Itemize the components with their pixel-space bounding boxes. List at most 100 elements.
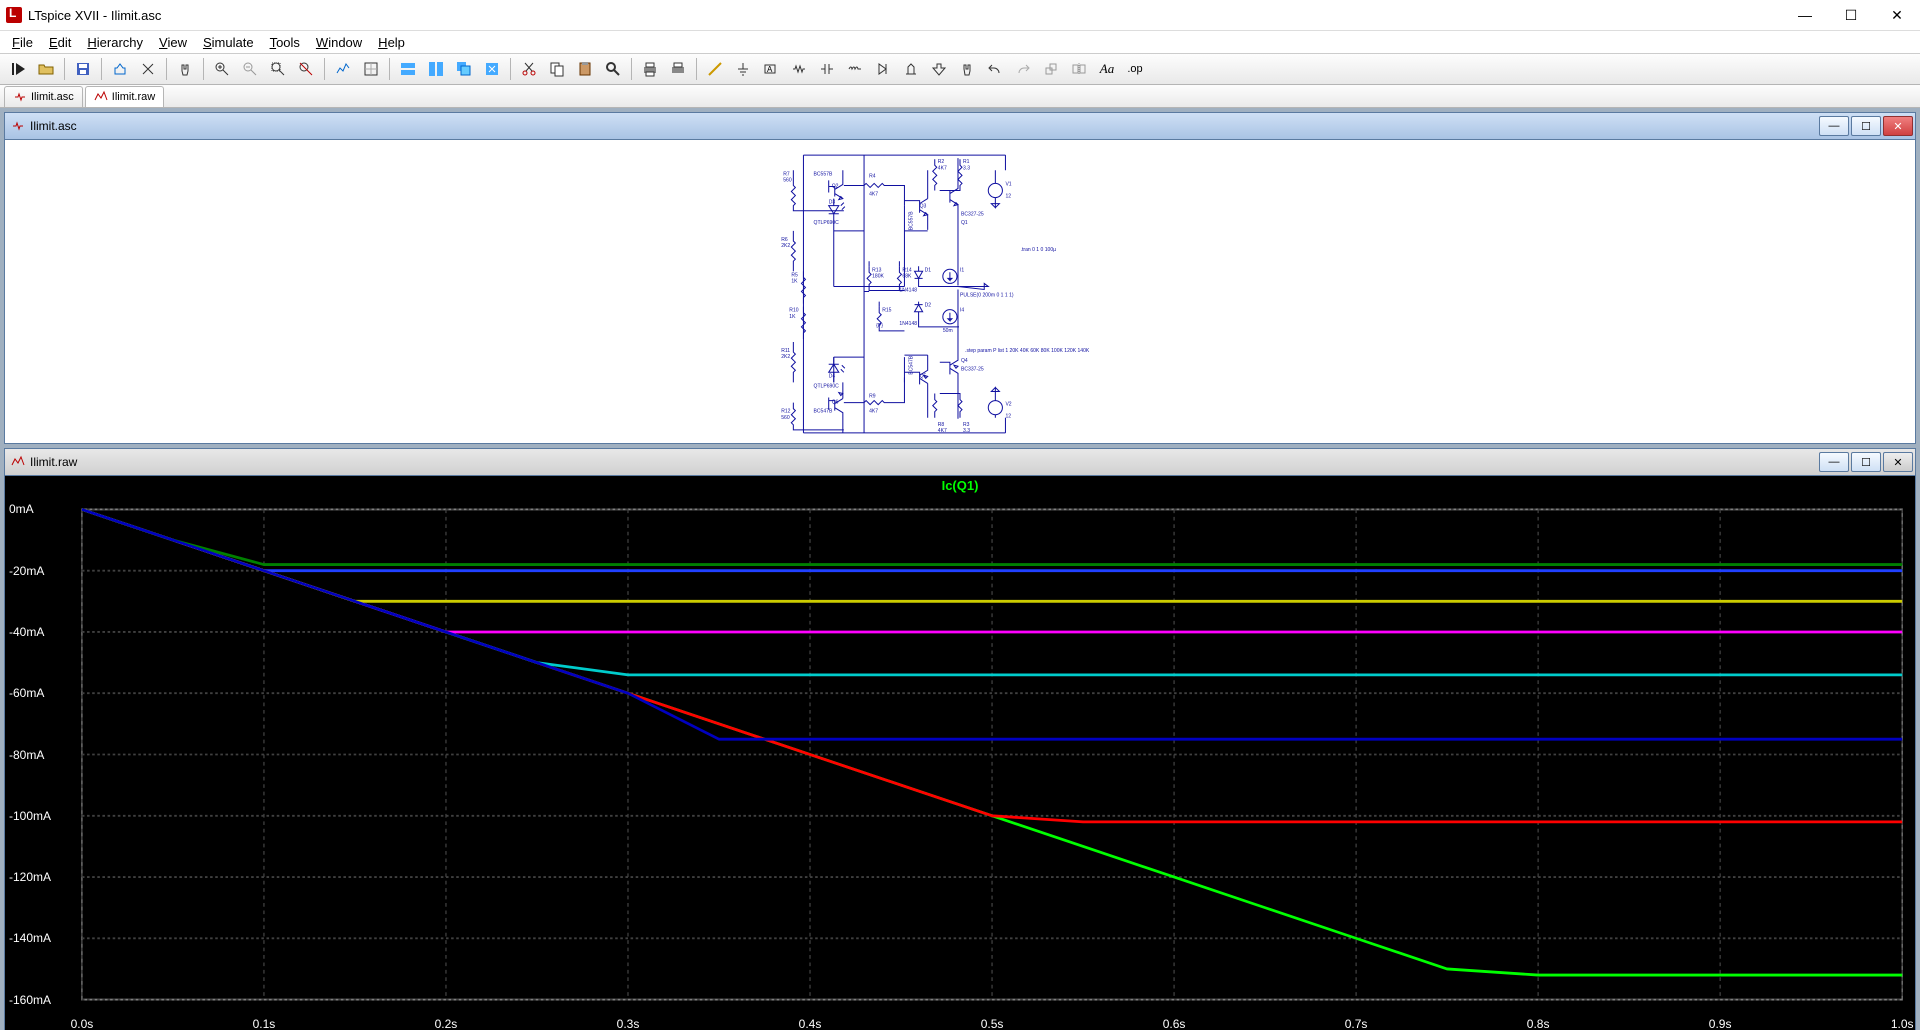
schematic-canvas[interactable]: R7 560 BC557B Q2 D3 QTLP690C R4 4K7 Q3 B… <box>5 140 1915 443</box>
print-button[interactable] <box>637 56 663 82</box>
mdi-minimize-button[interactable]: — <box>1819 452 1849 472</box>
minimize-button[interactable]: — <box>1782 0 1828 30</box>
svg-text:Q6: Q6 <box>832 400 839 406</box>
x-tick-label[interactable]: 0.5s <box>981 1017 1004 1030</box>
y-tick-label[interactable]: -40mA <box>9 625 44 639</box>
y-tick-label[interactable]: 0mA <box>9 502 34 516</box>
menu-tools[interactable]: Tools <box>262 33 308 52</box>
zoom-fit-button[interactable] <box>265 56 291 82</box>
x-tick-label[interactable]: 0.4s <box>799 1017 822 1030</box>
zoom-in-button[interactable] <box>209 56 235 82</box>
svg-text:D2: D2 <box>925 303 932 309</box>
svg-text:V1: V1 <box>1005 181 1011 187</box>
x-tick-label[interactable]: 1.0s <box>1891 1017 1914 1030</box>
plot-svg <box>5 476 1915 1030</box>
plot-titlebar[interactable]: Ilimit.raw — ☐ ✕ <box>5 449 1915 476</box>
redo-button[interactable] <box>1010 56 1036 82</box>
autorange-button[interactable] <box>330 56 356 82</box>
open-button[interactable] <box>33 56 59 82</box>
menu-hierarchy[interactable]: Hierarchy <box>79 33 151 52</box>
menu-help[interactable]: Help <box>370 33 413 52</box>
mdi-minimize-button[interactable]: — <box>1819 116 1849 136</box>
tile-v-button[interactable] <box>423 56 449 82</box>
svg-text:560: 560 <box>783 177 792 183</box>
rotate-button[interactable] <box>1038 56 1064 82</box>
mdi-title: Ilimit.raw <box>30 455 77 469</box>
mdi-close-button[interactable]: ✕ <box>1883 452 1913 472</box>
menu-simulate[interactable]: Simulate <box>195 33 262 52</box>
x-tick-label[interactable]: 0.1s <box>253 1017 276 1030</box>
svg-text:I4: I4 <box>960 308 964 314</box>
tab-label: Ilimit.asc <box>31 91 74 103</box>
svg-text:Q5: Q5 <box>920 373 927 379</box>
cut-tool-button[interactable] <box>135 56 161 82</box>
ground-button[interactable] <box>730 56 756 82</box>
save-button[interactable] <box>70 56 96 82</box>
undo-button[interactable] <box>982 56 1008 82</box>
move-button[interactable] <box>926 56 952 82</box>
svg-text:I1: I1 <box>960 267 964 273</box>
resistor-button[interactable] <box>786 56 812 82</box>
mdi-close-button[interactable]: ✕ <box>1883 116 1913 136</box>
y-tick-label[interactable]: -60mA <box>9 686 44 700</box>
x-tick-label[interactable]: 0.2s <box>435 1017 458 1030</box>
menu-edit[interactable]: Edit <box>41 33 79 52</box>
svg-text:BC337-25: BC337-25 <box>961 366 984 372</box>
titlebar: LTspice XVII - Ilimit.asc — ☐ ✕ <box>0 0 1920 31</box>
y-tick-label[interactable]: -20mA <box>9 564 44 578</box>
control-panel-button[interactable] <box>107 56 133 82</box>
plot-canvas[interactable]: Ic(Q1) 0mA-20mA-40mA-60mA-80mA-100mA-120… <box>5 476 1915 1030</box>
drag-button[interactable] <box>954 56 980 82</box>
tabbar: Ilimit.asc Ilimit.raw <box>0 85 1920 108</box>
close-button[interactable]: ✕ <box>1874 0 1920 30</box>
draw-wire-button[interactable] <box>702 56 728 82</box>
paste-button[interactable] <box>572 56 598 82</box>
zoom-out-button[interactable] <box>237 56 263 82</box>
cut-button[interactable] <box>516 56 542 82</box>
svg-text:D3: D3 <box>829 200 836 206</box>
menu-window[interactable]: Window <box>308 33 370 52</box>
svg-text:D4: D4 <box>829 373 836 379</box>
menu-view[interactable]: View <box>151 33 195 52</box>
x-tick-label[interactable]: 0.7s <box>1345 1017 1368 1030</box>
tab-schematic[interactable]: Ilimit.asc <box>4 86 83 107</box>
y-tick-label[interactable]: -160mA <box>9 993 51 1007</box>
diode-button[interactable] <box>870 56 896 82</box>
schematic-icon <box>13 90 27 104</box>
label-net-button[interactable]: A <box>758 56 784 82</box>
y-tick-label[interactable]: -140mA <box>9 931 51 945</box>
y-tick-label[interactable]: -120mA <box>9 870 51 884</box>
tab-waveform[interactable]: Ilimit.raw <box>85 86 164 107</box>
mirror-button[interactable] <box>1066 56 1092 82</box>
cascade-button[interactable] <box>451 56 477 82</box>
y-tick-label[interactable]: -80mA <box>9 748 44 762</box>
component-button[interactable] <box>898 56 924 82</box>
plot-settings-button[interactable] <box>358 56 384 82</box>
print-setup-button[interactable] <box>665 56 691 82</box>
tile-h-button[interactable] <box>395 56 421 82</box>
schematic-titlebar[interactable]: Ilimit.asc — ☐ ✕ <box>5 113 1915 140</box>
run-button[interactable] <box>5 56 31 82</box>
x-tick-label[interactable]: 0.0s <box>71 1017 94 1030</box>
svg-text:PULSE(0 200m 0 1 1 1): PULSE(0 200m 0 1 1 1) <box>960 293 1014 299</box>
find-button[interactable] <box>600 56 626 82</box>
mdi-maximize-button[interactable]: ☐ <box>1851 116 1881 136</box>
capacitor-button[interactable] <box>814 56 840 82</box>
y-tick-label[interactable]: -100mA <box>9 809 51 823</box>
x-tick-label[interactable]: 0.3s <box>617 1017 640 1030</box>
text-button[interactable]: Aa <box>1094 56 1120 82</box>
x-tick-label[interactable]: 0.6s <box>1163 1017 1186 1030</box>
mdi-maximize-button[interactable]: ☐ <box>1851 452 1881 472</box>
copy-button[interactable] <box>544 56 570 82</box>
inductor-button[interactable] <box>842 56 868 82</box>
menu-file[interactable]: File <box>4 33 41 52</box>
schematic-window: Ilimit.asc — ☐ ✕ R7 560 BC557B Q2 <box>4 112 1916 444</box>
x-tick-label[interactable]: 0.9s <box>1709 1017 1732 1030</box>
x-tick-label[interactable]: 0.8s <box>1527 1017 1550 1030</box>
maximize-button[interactable]: ☐ <box>1828 0 1874 30</box>
svg-text:QTLP690C: QTLP690C <box>814 220 840 226</box>
zoom-box-button[interactable] <box>293 56 319 82</box>
spice-directive-button[interactable]: .op <box>1122 56 1148 82</box>
close-all-button[interactable] <box>479 56 505 82</box>
pan-button[interactable] <box>172 56 198 82</box>
